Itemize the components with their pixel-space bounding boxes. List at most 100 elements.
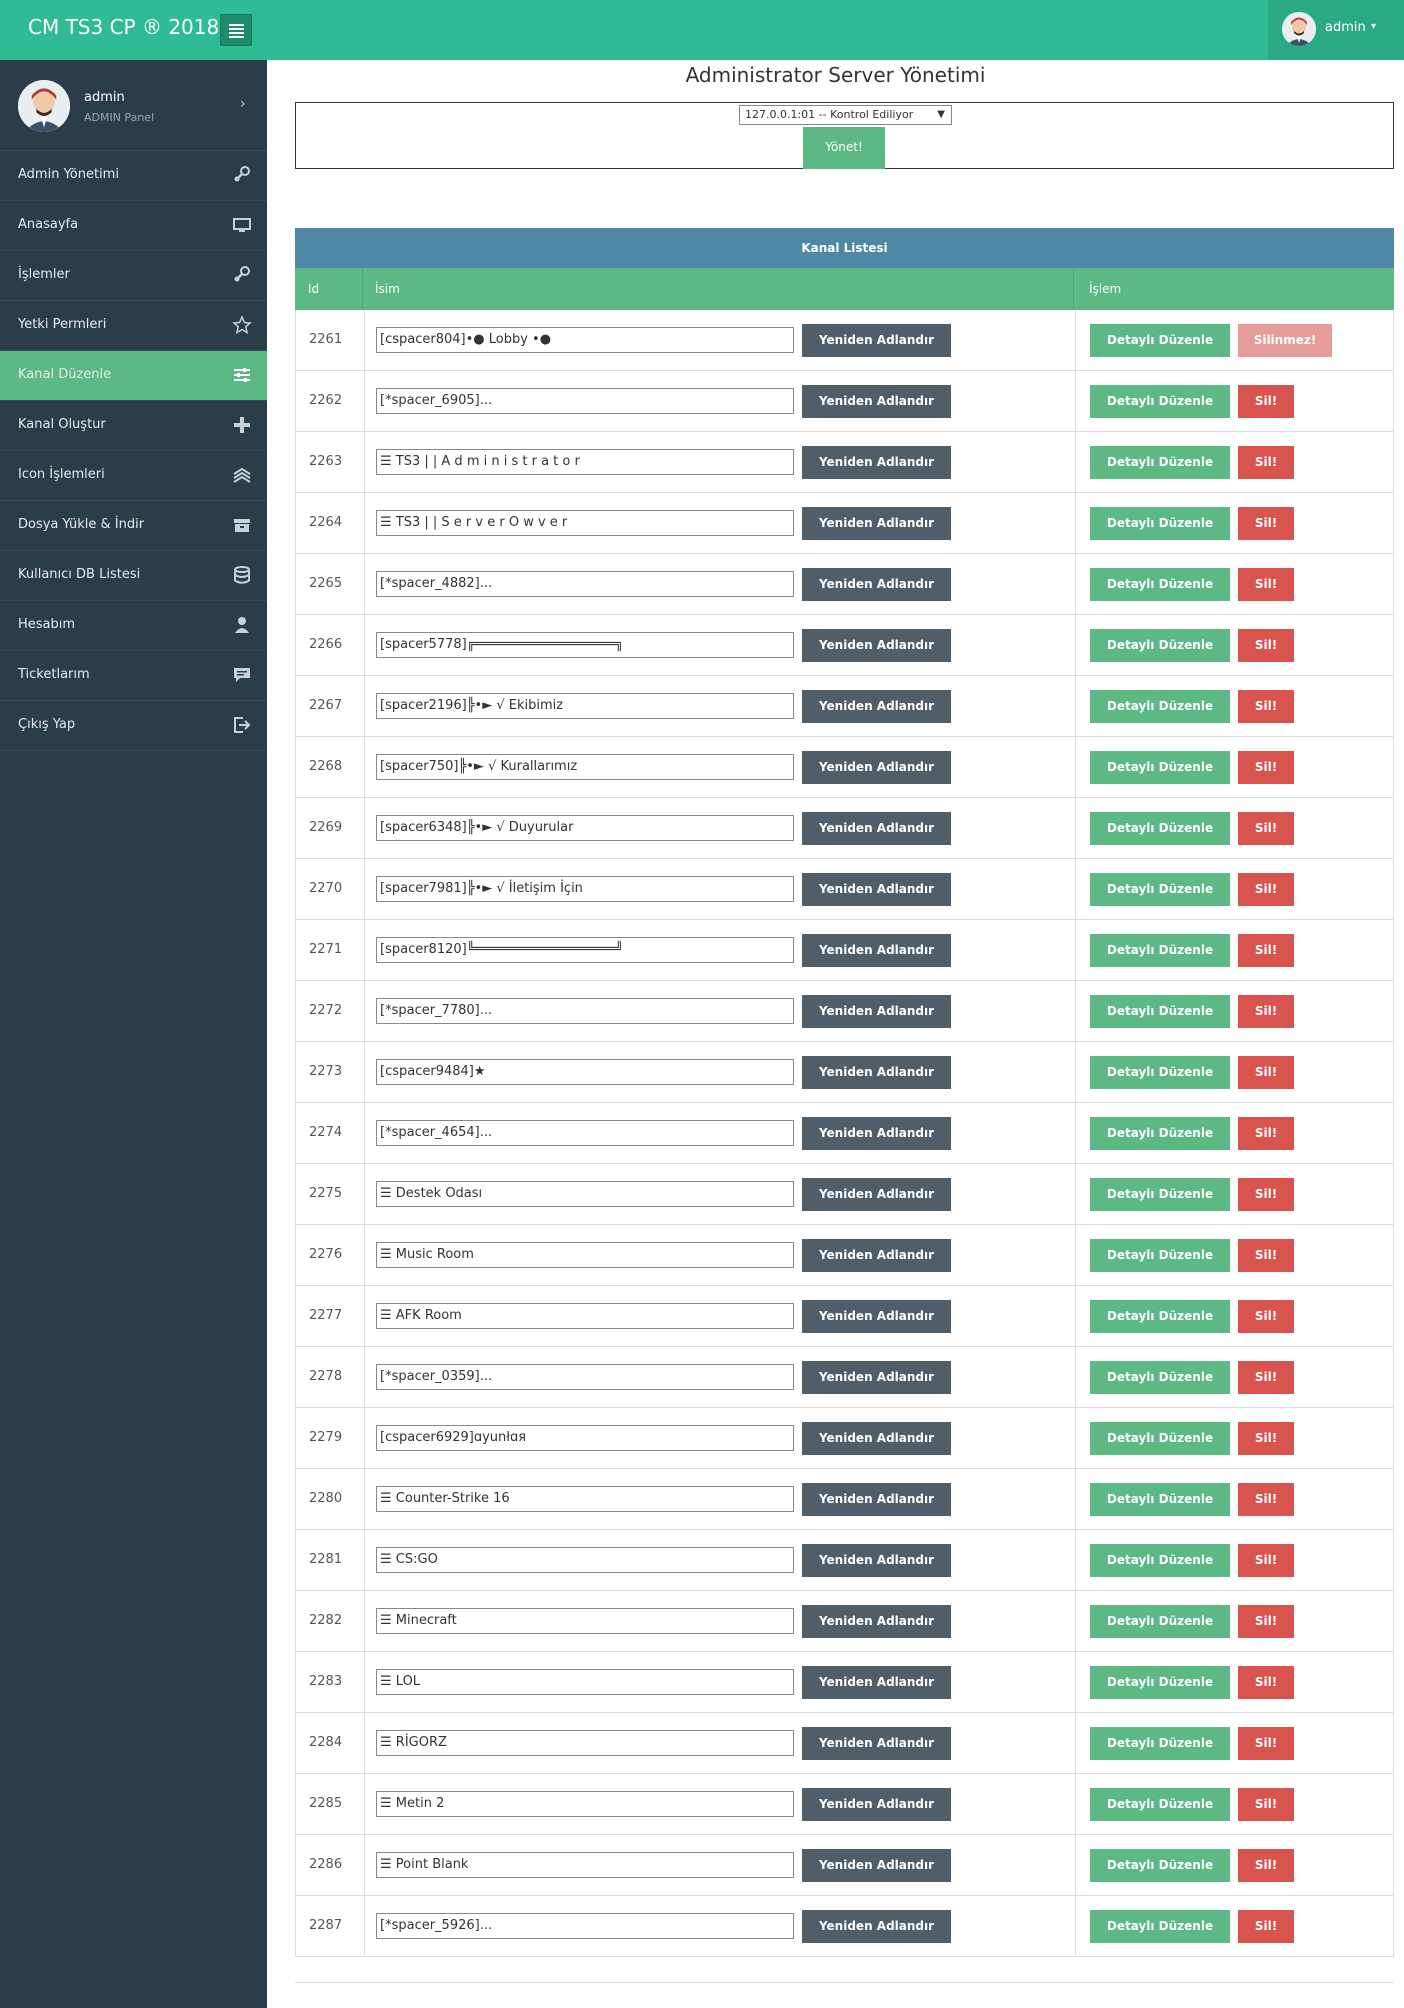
detail-edit-button[interactable]: Detaylı Düzenle [1090, 1910, 1230, 1943]
rename-button[interactable]: Yeniden Adlandır [802, 934, 951, 967]
detail-edit-button[interactable]: Detaylı Düzenle [1090, 629, 1230, 662]
detail-edit-button[interactable]: Detaylı Düzenle [1090, 690, 1230, 723]
delete-button[interactable]: Sil! [1238, 1117, 1294, 1150]
rename-button[interactable]: Yeniden Adlandır [802, 1849, 951, 1882]
rename-button[interactable]: Yeniden Adlandır [802, 1727, 951, 1760]
detail-edit-button[interactable]: Detaylı Düzenle [1090, 1727, 1230, 1760]
channel-name-input[interactable]: [*spacer_0359]... [376, 1364, 794, 1390]
rename-button[interactable]: Yeniden Adlandır [802, 1910, 951, 1943]
delete-button[interactable]: Sil! [1238, 1788, 1294, 1821]
sidebar-item-admin-y-netimi[interactable]: Admin Yönetimi [0, 151, 267, 201]
rename-button[interactable]: Yeniden Adlandır [802, 1178, 951, 1211]
rename-button[interactable]: Yeniden Adlandır [802, 995, 951, 1028]
sidebar-item-yetki-permleri[interactable]: Yetki Permleri [0, 301, 267, 351]
channel-name-input[interactable]: ☰ TS3 | | S e r v e r O w v e r [376, 510, 794, 536]
channel-name-input[interactable]: ☰ AFK Room [376, 1303, 794, 1329]
detail-edit-button[interactable]: Detaylı Düzenle [1090, 1849, 1230, 1882]
delete-button[interactable]: Sil! [1238, 1483, 1294, 1516]
delete-button[interactable]: Sil! [1238, 1910, 1294, 1943]
brand-title[interactable]: CM TS3 CP ® 2018 [28, 0, 219, 60]
channel-name-input[interactable]: [*spacer_6905]... [376, 388, 794, 414]
sidebar-item-anasayfa[interactable]: Anasayfa [0, 201, 267, 251]
detail-edit-button[interactable]: Detaylı Düzenle [1090, 1117, 1230, 1150]
delete-button[interactable]: Sil! [1238, 1666, 1294, 1699]
delete-button[interactable]: Sil! [1238, 507, 1294, 540]
server-select[interactable]: 127.0.0.1:01 -- Kontrol Ediliyor ▼ [739, 105, 952, 125]
sidebar-item-dosya-y-kle-i-ndir[interactable]: Dosya Yükle & İndir [0, 501, 267, 551]
detail-edit-button[interactable]: Detaylı Düzenle [1090, 1788, 1230, 1821]
rename-button[interactable]: Yeniden Adlandır [802, 507, 951, 540]
channel-name-input[interactable]: [spacer750]╠•► √ Kurallarımız [376, 754, 794, 780]
sidebar-item-k-yap[interactable]: Çıkış Yap [0, 701, 267, 751]
detail-edit-button[interactable]: Detaylı Düzenle [1090, 1605, 1230, 1638]
detail-edit-button[interactable]: Detaylı Düzenle [1090, 1483, 1230, 1516]
channel-name-input[interactable]: ☰ Music Room [376, 1242, 794, 1268]
rename-button[interactable]: Yeniden Adlandır [802, 812, 951, 845]
menu-toggle-button[interactable] [220, 14, 252, 46]
rename-button[interactable]: Yeniden Adlandır [802, 1483, 951, 1516]
detail-edit-button[interactable]: Detaylı Düzenle [1090, 1666, 1230, 1699]
rename-button[interactable]: Yeniden Adlandır [802, 568, 951, 601]
detail-edit-button[interactable]: Detaylı Düzenle [1090, 385, 1230, 418]
rename-button[interactable]: Yeniden Adlandır [802, 1666, 951, 1699]
detail-edit-button[interactable]: Detaylı Düzenle [1090, 873, 1230, 906]
detail-edit-button[interactable]: Detaylı Düzenle [1090, 1300, 1230, 1333]
channel-name-input[interactable]: [*spacer_7780]... [376, 998, 794, 1024]
channel-name-input[interactable]: [spacer8120]╚══════════════════╝ [376, 937, 794, 963]
detail-edit-button[interactable]: Detaylı Düzenle [1090, 568, 1230, 601]
rename-button[interactable]: Yeniden Adlandır [802, 385, 951, 418]
detail-edit-button[interactable]: Detaylı Düzenle [1090, 324, 1230, 357]
sidebar-item-kanal-olu-tur[interactable]: Kanal Oluştur [0, 401, 267, 451]
channel-name-input[interactable]: ☰ Destek Odası [376, 1181, 794, 1207]
delete-button[interactable]: Sil! [1238, 1605, 1294, 1638]
detail-edit-button[interactable]: Detaylı Düzenle [1090, 1178, 1230, 1211]
sidebar-item-kanal-d-zenle[interactable]: Kanal Düzenle [0, 351, 267, 401]
channel-name-input[interactable]: [*spacer_4654]... [376, 1120, 794, 1146]
channel-name-input[interactable]: [spacer7981]╠•► √ İletişim İçin [376, 876, 794, 902]
delete-button[interactable]: Sil! [1238, 446, 1294, 479]
channel-name-input[interactable]: [cspacer6929]ɑyunłɑя [376, 1425, 794, 1451]
delete-button[interactable]: Sil! [1238, 934, 1294, 967]
delete-button[interactable]: Sil! [1238, 1849, 1294, 1882]
delete-button[interactable]: Sil! [1238, 751, 1294, 784]
delete-button[interactable]: Sil! [1238, 1056, 1294, 1089]
rename-button[interactable]: Yeniden Adlandır [802, 1544, 951, 1577]
delete-button[interactable]: Sil! [1238, 568, 1294, 601]
sidebar-item-i-lemler[interactable]: İşlemler [0, 251, 267, 301]
rename-button[interactable]: Yeniden Adlandır [802, 690, 951, 723]
rename-button[interactable]: Yeniden Adlandır [802, 1300, 951, 1333]
detail-edit-button[interactable]: Detaylı Düzenle [1090, 751, 1230, 784]
cant-delete-button[interactable]: Silinmez! [1238, 324, 1332, 357]
delete-button[interactable]: Sil! [1238, 1361, 1294, 1394]
delete-button[interactable]: Sil! [1238, 1544, 1294, 1577]
rename-button[interactable]: Yeniden Adlandır [802, 1056, 951, 1089]
user-menu[interactable]: admin ▾ [1268, 0, 1404, 60]
sidebar-item-kullan-c-db-listesi[interactable]: Kullanıcı DB Listesi [0, 551, 267, 601]
sidebar-item-icon-i-lemleri[interactable]: Icon İşlemleri [0, 451, 267, 501]
channel-name-input[interactable]: [spacer5778]╔══════════════════╗ [376, 632, 794, 658]
delete-button[interactable]: Sil! [1238, 1300, 1294, 1333]
delete-button[interactable]: Sil! [1238, 873, 1294, 906]
delete-button[interactable]: Sil! [1238, 1239, 1294, 1272]
channel-name-input[interactable]: ☰ Metin 2 [376, 1791, 794, 1817]
rename-button[interactable]: Yeniden Adlandır [802, 751, 951, 784]
channel-name-input[interactable]: [cspacer9484]★ [376, 1059, 794, 1085]
detail-edit-button[interactable]: Detaylı Düzenle [1090, 1056, 1230, 1089]
delete-button[interactable]: Sil! [1238, 1422, 1294, 1455]
detail-edit-button[interactable]: Detaylı Düzenle [1090, 507, 1230, 540]
rename-button[interactable]: Yeniden Adlandır [802, 1239, 951, 1272]
channel-name-input[interactable]: ☰ TS3 | | A d m i n i s t r a t o r [376, 449, 794, 475]
detail-edit-button[interactable]: Detaylı Düzenle [1090, 1544, 1230, 1577]
detail-edit-button[interactable]: Detaylı Düzenle [1090, 1361, 1230, 1394]
rename-button[interactable]: Yeniden Adlandır [802, 1422, 951, 1455]
channel-name-input[interactable]: [spacer2196]╠•► √ Ekibimiz [376, 693, 794, 719]
sidebar-profile[interactable]: admin ADMIN Panel › [0, 60, 267, 151]
channel-name-input[interactable]: ☰ Counter-Strike 16 [376, 1486, 794, 1512]
channel-name-input[interactable]: [spacer6348]╠•► √ Duyurular [376, 815, 794, 841]
channel-name-input[interactable]: [cspacer804]•● Lobby •● [376, 327, 794, 353]
channel-name-input[interactable]: ☰ RİGORZ [376, 1730, 794, 1756]
rename-button[interactable]: Yeniden Adlandır [802, 873, 951, 906]
channel-name-input[interactable]: ☰ LOL [376, 1669, 794, 1695]
rename-button[interactable]: Yeniden Adlandır [802, 1605, 951, 1638]
sidebar-item-hesab-m[interactable]: Hesabım [0, 601, 267, 651]
